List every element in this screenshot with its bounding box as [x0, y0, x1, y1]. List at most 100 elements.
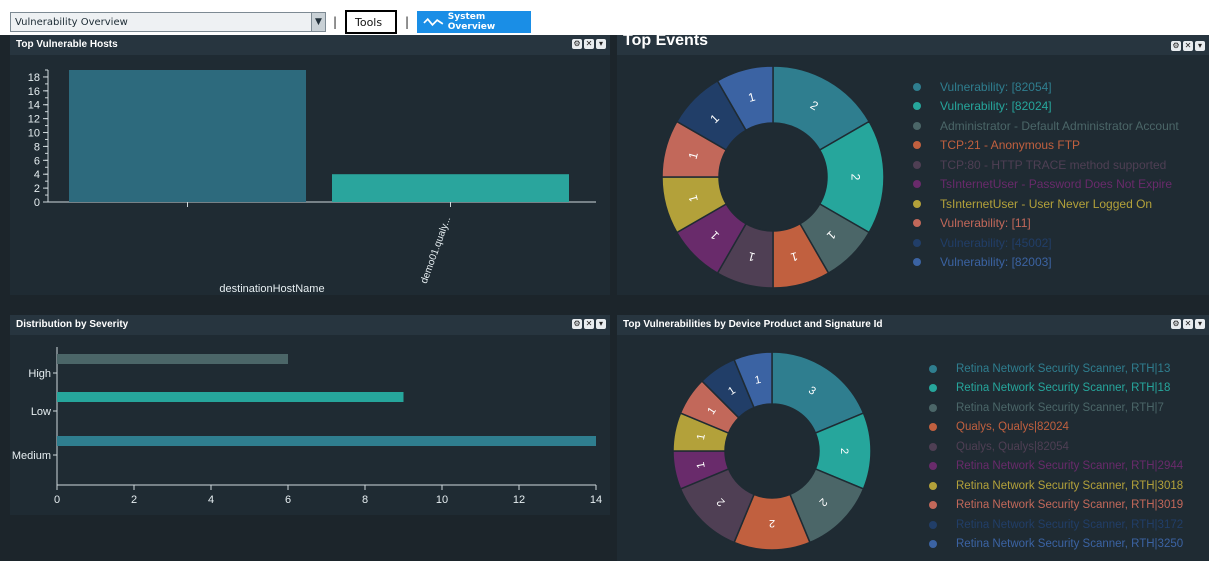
tools-button[interactable]: Tools [345, 10, 397, 34]
legend-item[interactable]: Retina Network Security Scanner, RTH|301… [929, 496, 1183, 516]
legend-swatch [913, 82, 921, 91]
system-overview-button[interactable]: System Overview [417, 11, 531, 33]
legend-swatch [929, 423, 937, 432]
top-vulnerable-hosts-chart: 0 2 4 6 810 12 14 16 18 demo01.qualy... destinatio… [28, 69, 596, 295]
menu-dropdown-icon[interactable]: ▾ [596, 319, 606, 329]
legend-label: Vulnerability: [82003] [940, 255, 1052, 270]
panel-title: Top Vulnerabilities by Device Product an… [623, 319, 883, 330]
legend-item[interactable]: Qualys, Qualys|82024 [929, 418, 1183, 438]
close-icon[interactable]: ✕ [1183, 41, 1193, 51]
legend-swatch [929, 384, 937, 393]
legend-swatch [913, 102, 921, 111]
legend-item[interactable]: Vulnerability: [45002] [913, 233, 1179, 253]
bar [57, 436, 596, 446]
bar [57, 354, 288, 364]
x-tick-label: demo01.qualy... [419, 215, 453, 285]
x-tick-label: 10 [436, 494, 448, 506]
top-vulnerabilities-panel: Top Vulnerabilities by Device Product an… [617, 315, 1209, 561]
legend-item[interactable]: TsInternetUser - Password Does Not Expir… [913, 175, 1179, 195]
dashboard-select-value: Vulnerability Overview [15, 16, 128, 28]
x-tick-label: 0 [54, 494, 60, 506]
legend-swatch [913, 121, 921, 130]
legend-swatch [913, 180, 921, 189]
legend-label: Retina Network Security Scanner, RTH|294… [956, 460, 1184, 473]
legend-item[interactable]: Retina Network Security Scanner, RTH|18 [929, 379, 1183, 399]
legend-swatch [929, 481, 937, 490]
legend-label: Retina Network Security Scanner, RTH|325… [956, 538, 1184, 551]
y-tick-label: 18 [28, 72, 40, 84]
close-icon[interactable]: ✕ [584, 319, 594, 329]
settings-icon[interactable]: ⚙ [1171, 41, 1181, 51]
y-tick-label: Medium [12, 450, 51, 462]
slice-label: 2 [838, 448, 850, 454]
close-icon[interactable]: ✕ [1183, 319, 1193, 329]
legend-item[interactable]: TCP:21 - Anonymous FTP [913, 136, 1179, 156]
legend-label: Vulnerability: [45002] [940, 235, 1052, 250]
top-events-panel: Top Events ⚙ ✕ ▾ 2211111111 Vulnerabilit… [617, 32, 1209, 295]
legend-swatch [913, 238, 921, 247]
menu-dropdown-icon[interactable]: ▾ [1195, 41, 1205, 51]
top-vulnerable-hosts-panel: Top Vulnerable Hosts ⚙ ✕ ▾ 0 2 4 6 8 10 12 14 16… [10, 35, 610, 295]
x-tick-label: 2 [131, 494, 137, 506]
settings-icon[interactable]: ⚙ [1171, 319, 1181, 329]
legend-swatch [929, 442, 937, 451]
legend-item[interactable]: Vulnerability: [82024] [913, 97, 1179, 117]
legend-swatch [913, 141, 921, 150]
legend-item[interactable]: Administrator - Default Administrator Ac… [913, 116, 1179, 136]
system-overview-label: System Overview [447, 12, 496, 32]
top-vulnerabilities-donut: 3222211111 [672, 351, 872, 551]
legend-label: Retina Network Security Scanner, RTH|317… [956, 518, 1184, 531]
slice-label: 2 [849, 174, 863, 181]
trend-line-icon [423, 17, 444, 27]
y-tick-label: 14 [28, 100, 40, 112]
legend-item[interactable]: Retina Network Security Scanner, RTH|325… [929, 535, 1183, 555]
tools-button-label: Tools [355, 15, 383, 29]
legend-label: TsInternetUser - User Never Logged On [940, 196, 1153, 211]
y-tick-label: 8 [34, 141, 40, 153]
legend-item[interactable]: TsInternetUser - User Never Logged On [913, 194, 1179, 214]
y-tick-label: 6 [34, 155, 40, 167]
dashboard-select[interactable]: Vulnerability Overview ▼ [10, 12, 326, 32]
slice-label: 2 [769, 517, 775, 529]
legend-item[interactable]: Retina Network Security Scanner, RTH|7 [929, 398, 1183, 418]
menu-dropdown-icon[interactable]: ▾ [1195, 319, 1205, 329]
legend-item[interactable]: Vulnerability: [82003] [913, 253, 1179, 273]
legend-item[interactable]: Qualys, Qualys|82054 [929, 437, 1183, 457]
y-tick-label: 2 [34, 183, 40, 195]
close-icon[interactable]: ✕ [584, 39, 594, 49]
bar [57, 392, 404, 402]
y-tick-label: High [28, 368, 51, 380]
legend-swatch [913, 258, 921, 267]
x-tick-label: 6 [285, 494, 291, 506]
legend-item[interactable]: Vulnerability: [82054] [913, 77, 1179, 97]
legend-item[interactable]: Retina Network Security Scanner, RTH|301… [929, 476, 1183, 496]
chevron-down-icon[interactable]: ▼ [311, 13, 325, 31]
x-tick-label: 8 [362, 494, 368, 506]
settings-icon[interactable]: ⚙ [572, 39, 582, 49]
legend-item[interactable]: Retina Network Security Scanner, RTH|13 [929, 359, 1183, 379]
bar [69, 70, 306, 202]
legend-swatch [929, 462, 937, 471]
legend-label: Vulnerability: [82024] [940, 99, 1052, 114]
legend-label: Retina Network Security Scanner, RTH|7 [956, 401, 1164, 414]
distribution-by-severity-panel: Distribution by Severity ⚙ ✕ ▾ 0 2 4 6 8 10 12… [10, 315, 610, 515]
top-events-legend: Vulnerability: [82054] Vulnerability: [82… [913, 77, 1179, 272]
settings-icon[interactable]: ⚙ [572, 319, 582, 329]
bar [332, 174, 569, 202]
legend-swatch [913, 219, 921, 228]
legend-label: Qualys, Qualys|82054 [956, 440, 1069, 453]
legend-item[interactable]: Retina Network Security Scanner, RTH|317… [929, 515, 1183, 535]
toolbar-separator: | [333, 15, 338, 29]
legend-item[interactable]: TCP:80 - HTTP TRACE method supported [913, 155, 1179, 175]
legend-label: Vulnerability: [82054] [940, 79, 1052, 94]
legend-item[interactable]: Retina Network Security Scanner, RTH|294… [929, 457, 1183, 477]
y-tick-label: 16 [28, 86, 40, 98]
y-tick-label: 4 [34, 169, 40, 181]
legend-swatch [929, 364, 937, 373]
legend-label: TsInternetUser - Password Does Not Expir… [940, 177, 1173, 192]
dashboard-toolbar: Vulnerability Overview ▼ | Tools | Syste… [0, 0, 1209, 35]
legend-item[interactable]: Vulnerability: [11] [913, 214, 1179, 234]
legend-swatch [929, 501, 937, 510]
menu-dropdown-icon[interactable]: ▾ [596, 39, 606, 49]
top-vulnerabilities-legend: Retina Network Security Scanner, RTH|13 R… [929, 359, 1183, 554]
